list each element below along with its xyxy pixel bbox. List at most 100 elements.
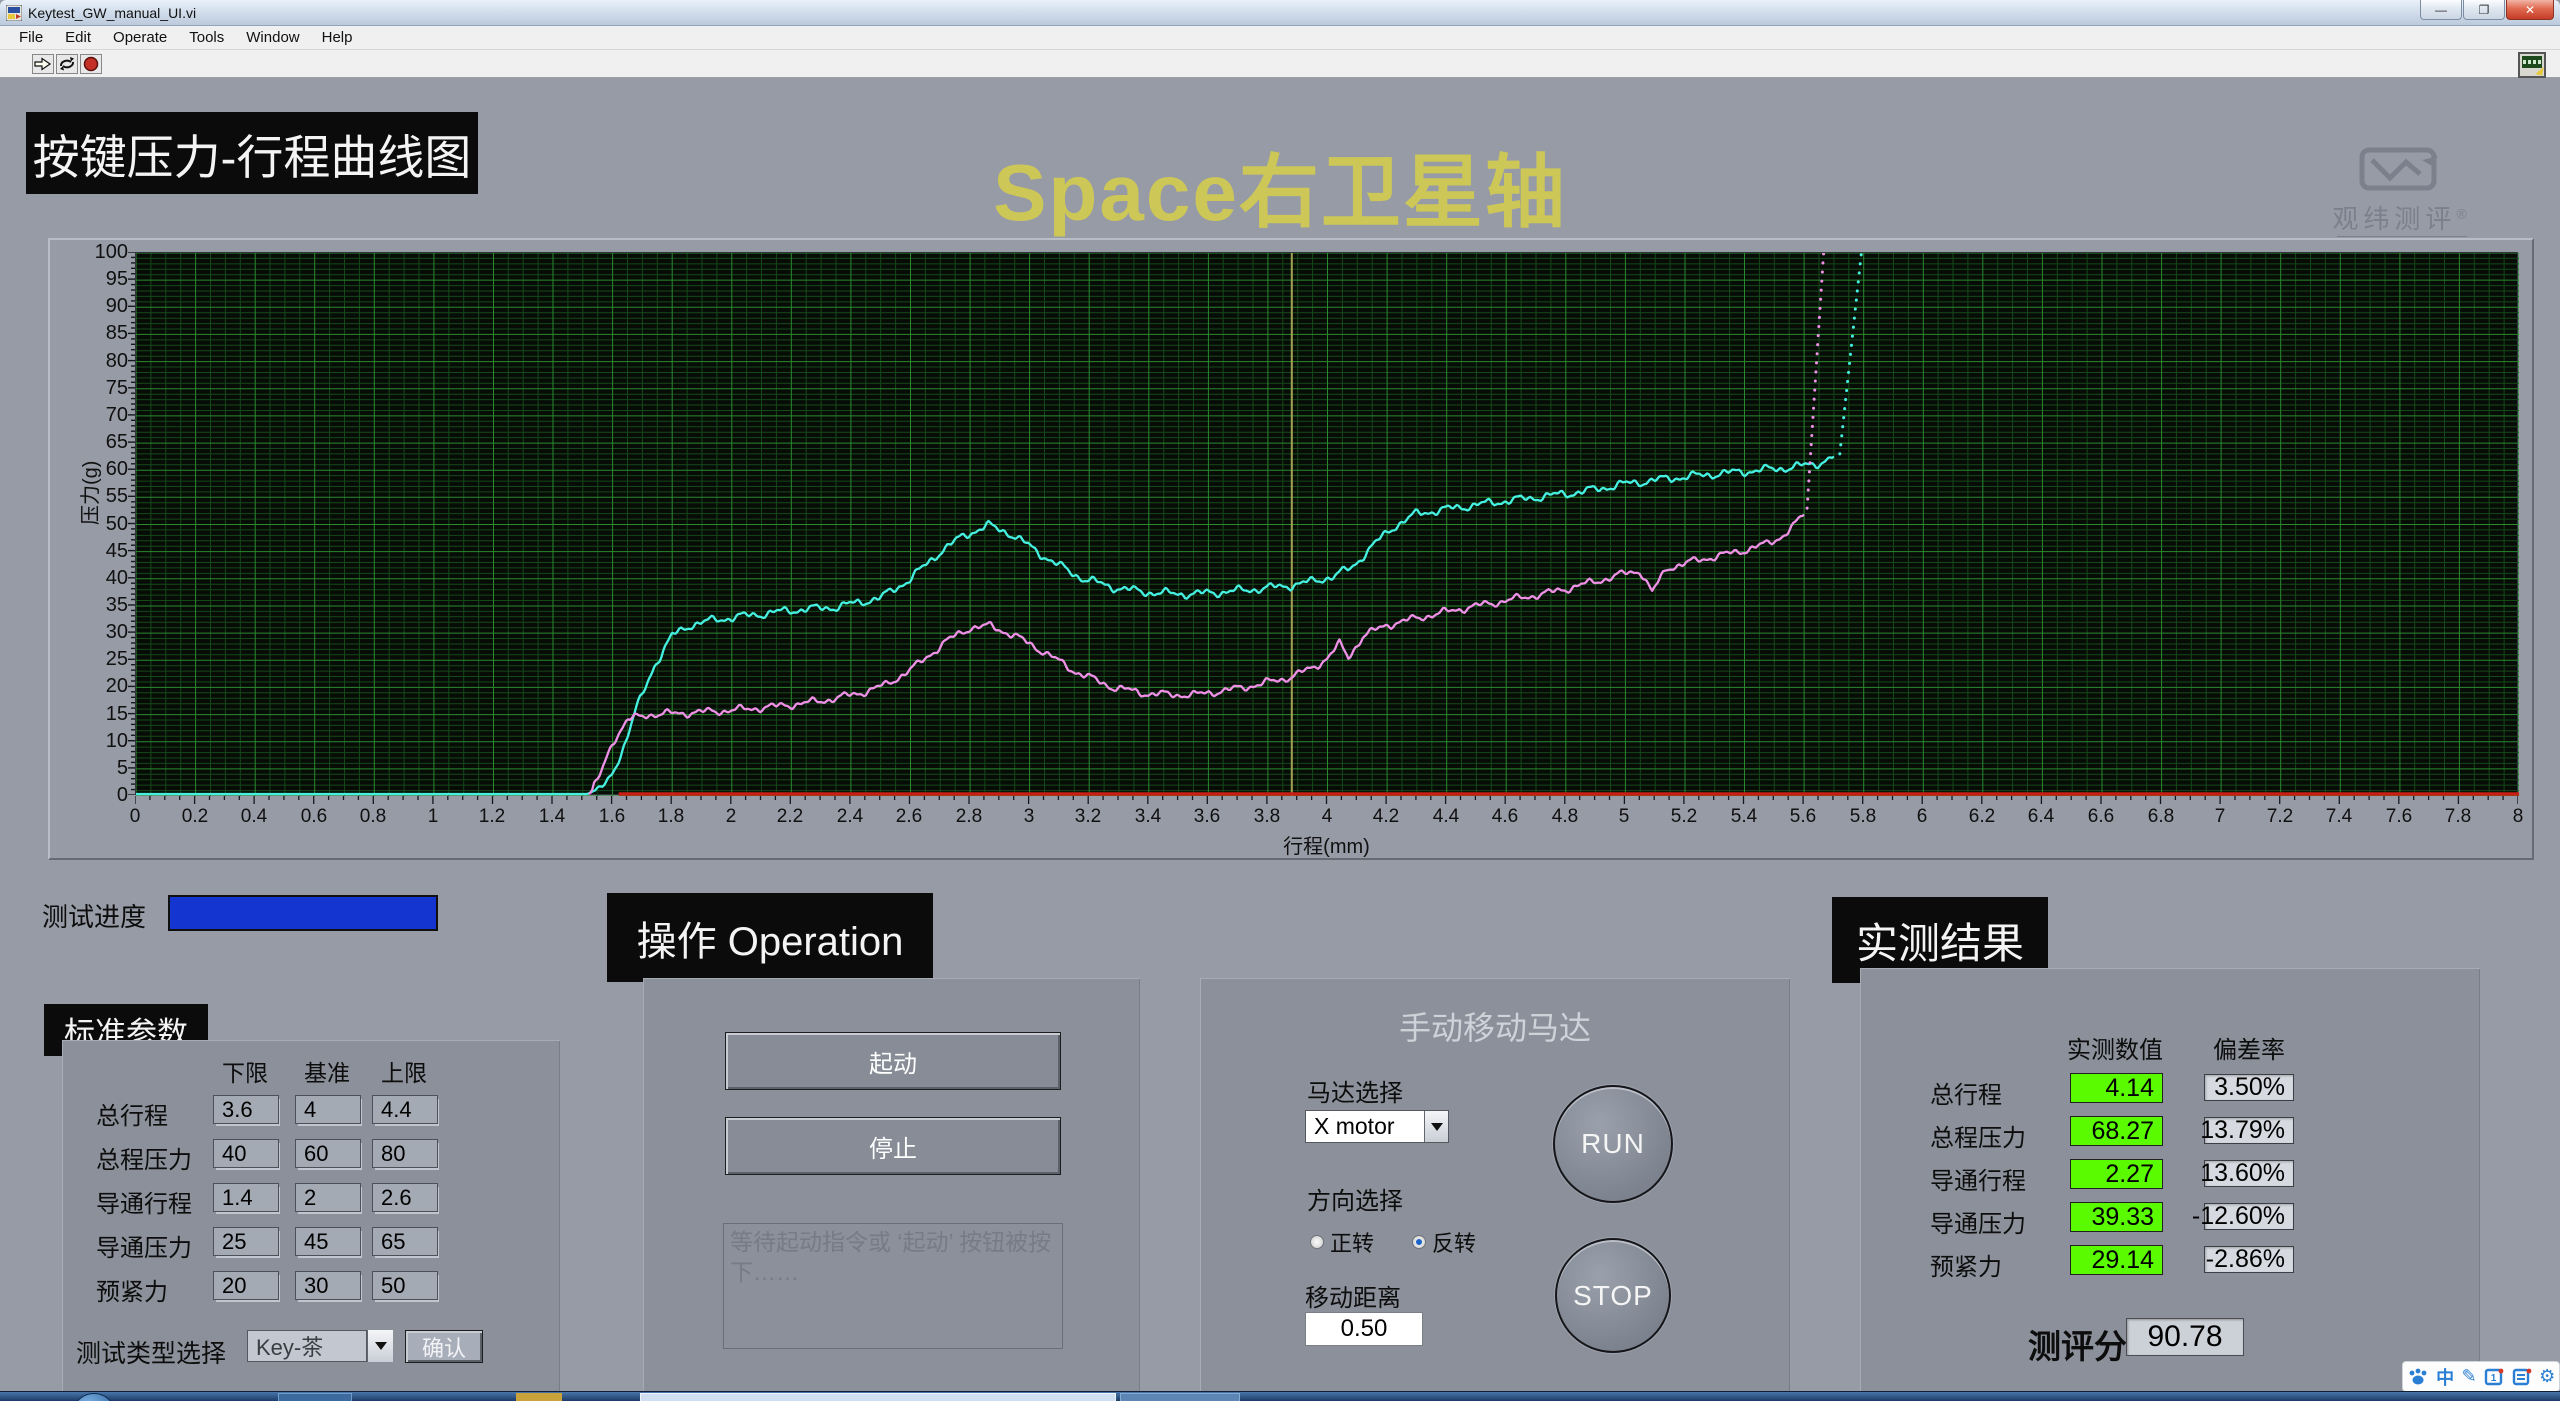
- settings-gear-icon[interactable]: ⚙: [2539, 1366, 2555, 1387]
- param-input-0-2[interactable]: 4.4: [372, 1095, 438, 1124]
- menu-item-window[interactable]: Window: [235, 29, 310, 46]
- y-tick-label: 30: [80, 621, 128, 644]
- param-input-3-1[interactable]: 45: [295, 1227, 361, 1256]
- result-value: 29.14: [2070, 1245, 2163, 1275]
- motor-select-dropdown[interactable]: X motor: [1305, 1110, 1449, 1143]
- param-input-4-2[interactable]: 50: [372, 1271, 438, 1300]
- test-type-dropdown-arrow-icon[interactable]: [367, 1330, 393, 1362]
- x-tick-label: 5.8: [1831, 806, 1895, 828]
- minimize-button[interactable]: —: [2420, 0, 2462, 20]
- force-travel-chart: 压力(g) 0510152025303540455055606570758085…: [48, 238, 2534, 860]
- param-input-4-1[interactable]: 30: [295, 1271, 361, 1300]
- vi-panel-icon[interactable]: [2518, 52, 2546, 78]
- y-tick-label: 70: [80, 404, 128, 427]
- result-deviation: -2.86%: [2204, 1246, 2294, 1273]
- results-col-dev-header: 偏差率: [2204, 1030, 2294, 1065]
- taskbar-folder-item[interactable]: [516, 1393, 562, 1401]
- radio-label: 正转: [1330, 1226, 1374, 1258]
- run-button[interactable]: [32, 54, 54, 74]
- param-col-header: 上限: [372, 1054, 436, 1088]
- result-value: 68.27: [2070, 1116, 2163, 1146]
- toolbar: [0, 50, 2560, 78]
- logo-registered-mark: ®: [2456, 205, 2471, 221]
- pen-icon[interactable]: ✎: [2462, 1366, 2477, 1387]
- x-tick-label: 7.6: [2367, 806, 2431, 828]
- x-axis-label: 行程(mm): [135, 830, 2518, 859]
- x-tick-label: 6.4: [2009, 806, 2073, 828]
- start-orb-icon[interactable]: [72, 1393, 116, 1401]
- plot-area[interactable]: [135, 252, 2518, 795]
- menu-item-operate[interactable]: Operate: [102, 29, 178, 46]
- run-icon: [34, 56, 52, 72]
- result-deviation: 3.50%: [2204, 1074, 2294, 1101]
- confirm-button[interactable]: 确认: [405, 1330, 483, 1363]
- y-tick-label: 90: [80, 295, 128, 318]
- radio-icon[interactable]: [1310, 1235, 1324, 1249]
- close-button[interactable]: ✕: [2506, 0, 2554, 20]
- direction-radio-forward[interactable]: 正转: [1310, 1226, 1374, 1258]
- x-tick-label: 1.8: [639, 806, 703, 828]
- x-tick-label: 0.4: [222, 806, 286, 828]
- x-tick-label: 0.8: [341, 806, 405, 828]
- param-input-2-1[interactable]: 2: [295, 1183, 361, 1212]
- param-input-4-0[interactable]: 20: [213, 1271, 279, 1300]
- paw-icon[interactable]: [2407, 1367, 2429, 1387]
- taskbar-item[interactable]: [278, 1393, 352, 1401]
- param-input-3-0[interactable]: 25: [213, 1227, 279, 1256]
- ime-toolbar: 中 ✎ 1 ⚙: [2402, 1361, 2560, 1392]
- calendar-icon[interactable]: 1: [2484, 1367, 2504, 1387]
- y-tick-label: 20: [80, 675, 128, 698]
- abort-button[interactable]: [80, 54, 102, 74]
- x-tick-label: 2: [699, 806, 763, 828]
- menu-item-help[interactable]: Help: [311, 29, 364, 46]
- score-value: 90.78: [2126, 1318, 2244, 1356]
- restore-button[interactable]: ❐: [2463, 0, 2505, 20]
- stop-button-round[interactable]: STOP: [1555, 1238, 1671, 1353]
- progress-label: 测试进度: [42, 897, 146, 934]
- progress-bar: [168, 895, 438, 931]
- y-tick-marks: [127, 252, 135, 795]
- test-type-dropdown[interactable]: Key-茶: [247, 1330, 367, 1362]
- distance-input[interactable]: 0.50: [1305, 1312, 1423, 1346]
- logo-cn-text: 观纬测评: [2332, 204, 2456, 234]
- menu-item-tools[interactable]: Tools: [178, 29, 235, 46]
- notepad-icon[interactable]: [2512, 1367, 2532, 1387]
- y-tick-label: 45: [80, 540, 128, 563]
- menu-item-file[interactable]: File: [8, 29, 54, 46]
- menu-item-edit[interactable]: Edit: [54, 29, 102, 46]
- x-tick-marks: [135, 796, 2518, 805]
- x-tick-label: 4.4: [1414, 806, 1478, 828]
- direction-radio-reverse[interactable]: 反转: [1412, 1226, 1476, 1258]
- svg-text:1: 1: [2491, 1373, 2497, 1384]
- param-input-1-0[interactable]: 40: [213, 1139, 279, 1168]
- param-input-0-1[interactable]: 4: [295, 1095, 361, 1124]
- motor-select-label: 马达选择: [1307, 1073, 1403, 1108]
- y-tick-label: 50: [80, 513, 128, 536]
- radio-icon[interactable]: [1412, 1235, 1426, 1249]
- param-input-1-2[interactable]: 80: [372, 1139, 438, 1168]
- run-button-round[interactable]: RUN: [1553, 1085, 1673, 1203]
- param-input-2-2[interactable]: 2.6: [372, 1183, 438, 1212]
- ime-mode-icon[interactable]: 中: [2436, 1364, 2454, 1390]
- start-button[interactable]: 起动: [725, 1032, 1061, 1090]
- param-input-1-1[interactable]: 60: [295, 1139, 361, 1168]
- x-tick-label: 0.6: [282, 806, 346, 828]
- stop-button[interactable]: 停止: [725, 1117, 1061, 1175]
- taskbar-active-item[interactable]: [640, 1393, 1116, 1401]
- y-tick-label: 60: [80, 458, 128, 481]
- result-value: 39.33: [2070, 1202, 2163, 1232]
- param-row-label: 导通行程: [96, 1184, 192, 1219]
- x-tick-label: 3: [997, 806, 1061, 828]
- motor-dropdown-arrow-icon[interactable]: [1424, 1111, 1448, 1142]
- title-bar[interactable]: Keytest_GW_manual_UI.vi — ❐ ✕: [0, 0, 2560, 26]
- taskbar[interactable]: [0, 1391, 2560, 1401]
- taskbar-item[interactable]: [1120, 1393, 1240, 1401]
- param-input-0-0[interactable]: 3.6: [213, 1095, 279, 1124]
- y-tick-label: 15: [80, 703, 128, 726]
- param-input-3-2[interactable]: 65: [372, 1227, 438, 1256]
- y-tick-label: 25: [80, 648, 128, 671]
- continuous-run-button[interactable]: [56, 54, 78, 74]
- test-type-label: 测试类型选择: [76, 1334, 226, 1370]
- x-tick-label: 2.8: [937, 806, 1001, 828]
- param-input-2-0[interactable]: 1.4: [213, 1183, 279, 1212]
